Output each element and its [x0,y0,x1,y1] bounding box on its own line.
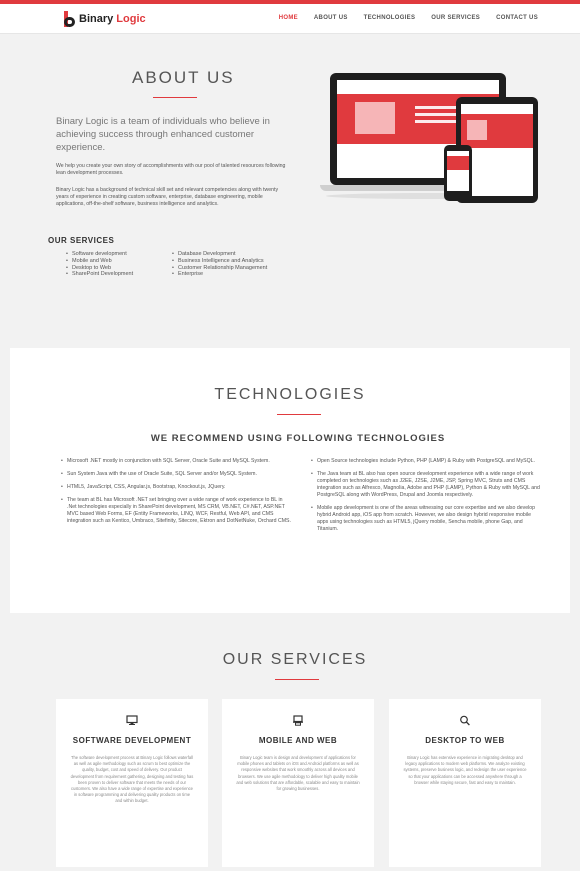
service-card-mobile-and-web[interactable]: MOBILE AND WEB Binary Logic team is desi… [222,699,374,867]
list-item: Mobile app development is one of the are… [311,505,543,533]
service-card-text: Binary Logic has extensive experience in… [403,755,527,785]
technologies-subtitle: WE RECOMMEND USING FOLLOWING TECHNOLOGIE… [150,433,446,444]
service-card-software-development[interactable]: SOFTWARE DEVELOPMENT The software develo… [56,699,208,867]
service-card-title: DESKTOP TO WEB [425,736,505,745]
phone-illustration [444,145,472,201]
main-nav: HOME ABOUT US TECHNOLOGIES OUR SERVICES … [279,15,538,21]
about-paragraph-1: We help you create your own story of acc… [56,163,286,176]
list-item: SharePoint Development [66,271,133,278]
nav-home[interactable]: HOME [279,15,298,21]
list-item: The Java team at BL also has open source… [311,471,543,499]
technologies-title-divider [277,414,321,415]
about-paragraph-2: Binary Logic has a background of technic… [56,187,279,207]
search-icon [389,715,541,729]
list-item: Customer Relationship Management [172,265,267,272]
site-header: Binary Logic HOME ABOUT US TECHNOLOGIES … [0,4,580,34]
list-item: Desktop to Web [66,265,133,272]
service-card-text: The software development process at Bina… [70,755,194,804]
logo-b-icon [62,11,76,27]
list-item: Software development [66,251,133,258]
list-item: Enterprise [172,271,267,278]
technologies-list-right: Open Source technologies include Python,… [311,458,543,539]
about-services-list-right: Database Development Business Intelligen… [172,251,267,278]
nav-contact-us[interactable]: CONTACT US [496,15,538,21]
service-card-title: SOFTWARE DEVELOPMENT [72,736,192,745]
technologies-list-left: Microsoft .NET mostly in conjunction wit… [61,458,293,531]
service-card-text: Binary Logic team is design and developm… [236,755,360,792]
monitor-icon [56,715,208,729]
devices-icon [222,715,374,729]
about-section: ABOUT US Binary Logic is a team of indiv… [0,35,580,348]
about-services-list-left: Software development Mobile and Web Desk… [66,251,133,278]
brand-name-part1: Binary [79,13,117,25]
about-title: ABOUT US [132,68,235,87]
brand-logo[interactable]: Binary Logic [62,11,146,27]
list-item: HTML5, JavaScript, CSS, Angular.js, Boot… [61,484,293,491]
list-item: The team at BL has Microsoft .NET set br… [61,497,293,525]
services-section: OUR SERVICES SOFTWARE DEVELOPMENT The so… [0,613,580,871]
about-lead-text: Binary Logic is a team of individuals wh… [56,116,270,153]
technologies-title: TECHNOLOGIES [214,386,366,403]
services-title-divider [275,679,319,680]
list-item: Sun System Java with the use of Oracle S… [61,471,293,478]
responsive-devices-illustration [320,71,550,231]
brand-name-part2: Logic [116,13,146,25]
nav-about-us[interactable]: ABOUT US [314,15,348,21]
list-item: Business Intelligence and Analytics [172,258,267,265]
list-item: Open Source technologies include Python,… [311,458,543,465]
brand-name: Binary Logic [79,13,146,25]
list-item: Database Development [172,251,267,258]
about-title-divider [153,97,197,98]
list-item: Microsoft .NET mostly in conjunction wit… [61,458,293,465]
service-card-desktop-to-web[interactable]: DESKTOP TO WEB Binary Logic has extensiv… [389,699,541,867]
about-services-heading: OUR SERVICES [48,236,115,245]
service-card-title: MOBILE AND WEB [258,736,338,745]
nav-technologies[interactable]: TECHNOLOGIES [364,15,416,21]
nav-our-services[interactable]: OUR SERVICES [431,15,480,21]
technologies-section: TECHNOLOGIES WE RECOMMEND USING FOLLOWIN… [10,348,570,613]
list-item: Mobile and Web [66,258,133,265]
services-title: OUR SERVICES [222,651,368,668]
